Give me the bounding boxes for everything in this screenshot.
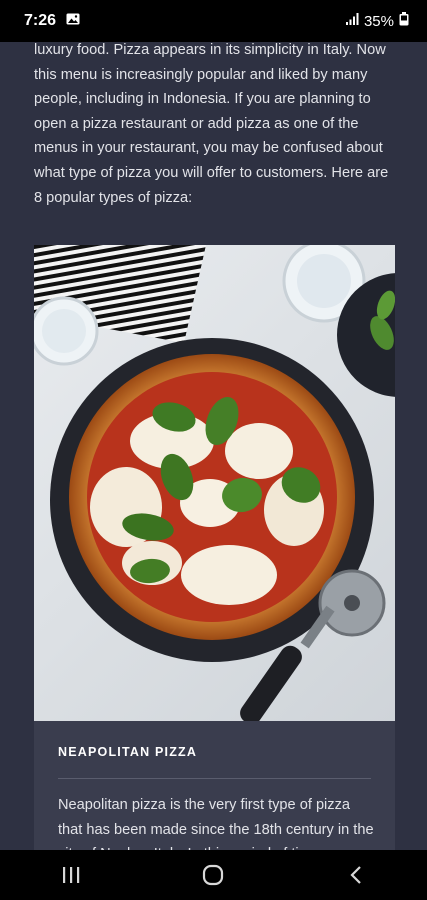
battery-percent: 35%: [363, 12, 394, 30]
system-nav-bar: [0, 850, 427, 900]
battery-icon: [399, 11, 409, 31]
pizza-type-card[interactable]: NEAPOLITAN PIZZA Neapolitan pizza is the…: [34, 245, 395, 850]
intro-paragraph: luxury food. Pizza appears in its simpli…: [34, 42, 389, 206]
home-icon[interactable]: [183, 855, 243, 895]
pizza-type-description: Neapolitan pizza is the very first type …: [58, 797, 374, 850]
status-right: 35%: [345, 11, 409, 31]
status-bar: 7:26 35%: [0, 0, 427, 42]
card-divider: [58, 778, 371, 779]
recents-icon[interactable]: [41, 855, 101, 895]
back-icon[interactable]: [326, 855, 386, 895]
pizza-illustration: [34, 245, 395, 721]
signal-icon: [345, 12, 359, 31]
article-content[interactable]: luxury food. Pizza appears in its simpli…: [0, 42, 427, 850]
status-left: 7:26: [24, 12, 80, 30]
pizza-type-title: NEAPOLITAN PIZZA: [58, 745, 198, 759]
image-icon: [66, 12, 80, 30]
pizza-photo: [34, 245, 395, 721]
status-time: 7:26: [24, 12, 57, 29]
